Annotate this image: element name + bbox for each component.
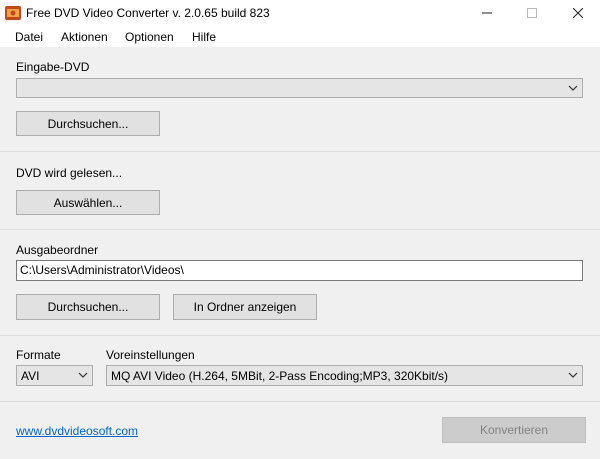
window-title: Free DVD Video Converter v. 2.0.65 build… bbox=[26, 6, 270, 20]
chevron-down-icon bbox=[78, 372, 88, 378]
menu-hilfe[interactable]: Hilfe bbox=[192, 30, 216, 44]
title-bar: Free DVD Video Converter v. 2.0.65 build… bbox=[0, 0, 600, 26]
preset-label: Voreinstellungen bbox=[106, 348, 195, 362]
menu-bar: Datei Aktionen Optionen Hilfe bbox=[0, 26, 600, 48]
preset-select-value: MQ AVI Video (H.264, 5MBit, 2-Pass Encod… bbox=[111, 369, 449, 383]
chevron-down-icon bbox=[568, 85, 578, 91]
format-select-value: AVI bbox=[21, 369, 40, 383]
convert-button[interactable]: Konvertieren bbox=[442, 417, 586, 443]
input-browse-button[interactable]: Durchsuchen... bbox=[16, 111, 160, 136]
menu-aktionen[interactable]: Aktionen bbox=[61, 30, 108, 44]
section-divider bbox=[0, 335, 600, 336]
maximize-icon bbox=[526, 8, 537, 18]
app-icon bbox=[5, 6, 21, 20]
input-dvd-select[interactable] bbox=[16, 78, 583, 98]
section-divider bbox=[0, 229, 600, 230]
output-browse-button[interactable]: Durchsuchen... bbox=[16, 294, 160, 320]
menu-datei[interactable]: Datei bbox=[15, 30, 43, 44]
format-select[interactable]: AVI bbox=[16, 365, 93, 386]
select-button[interactable]: Auswählen... bbox=[16, 190, 160, 215]
minimize-button[interactable] bbox=[464, 0, 509, 26]
close-button[interactable] bbox=[555, 0, 600, 26]
input-dvd-label: Eingabe-DVD bbox=[16, 60, 90, 74]
close-icon bbox=[572, 8, 583, 18]
minimize-icon bbox=[481, 12, 492, 14]
dvd-reading-status: DVD wird gelesen... bbox=[16, 166, 123, 180]
section-divider bbox=[0, 401, 600, 402]
show-in-folder-button[interactable]: In Ordner anzeigen bbox=[173, 294, 317, 320]
format-label: Formate bbox=[16, 348, 61, 362]
chevron-down-icon bbox=[568, 372, 578, 378]
maximize-button[interactable] bbox=[509, 0, 554, 26]
website-link[interactable]: www.dvdvideosoft.com bbox=[16, 424, 138, 438]
preset-select[interactable]: MQ AVI Video (H.264, 5MBit, 2-Pass Encod… bbox=[106, 365, 583, 386]
output-folder-field[interactable]: C:\Users\Administrator\Videos\ bbox=[16, 260, 583, 281]
section-divider bbox=[0, 151, 600, 152]
output-folder-label: Ausgabeordner bbox=[16, 243, 99, 257]
menu-optionen[interactable]: Optionen bbox=[125, 30, 174, 44]
